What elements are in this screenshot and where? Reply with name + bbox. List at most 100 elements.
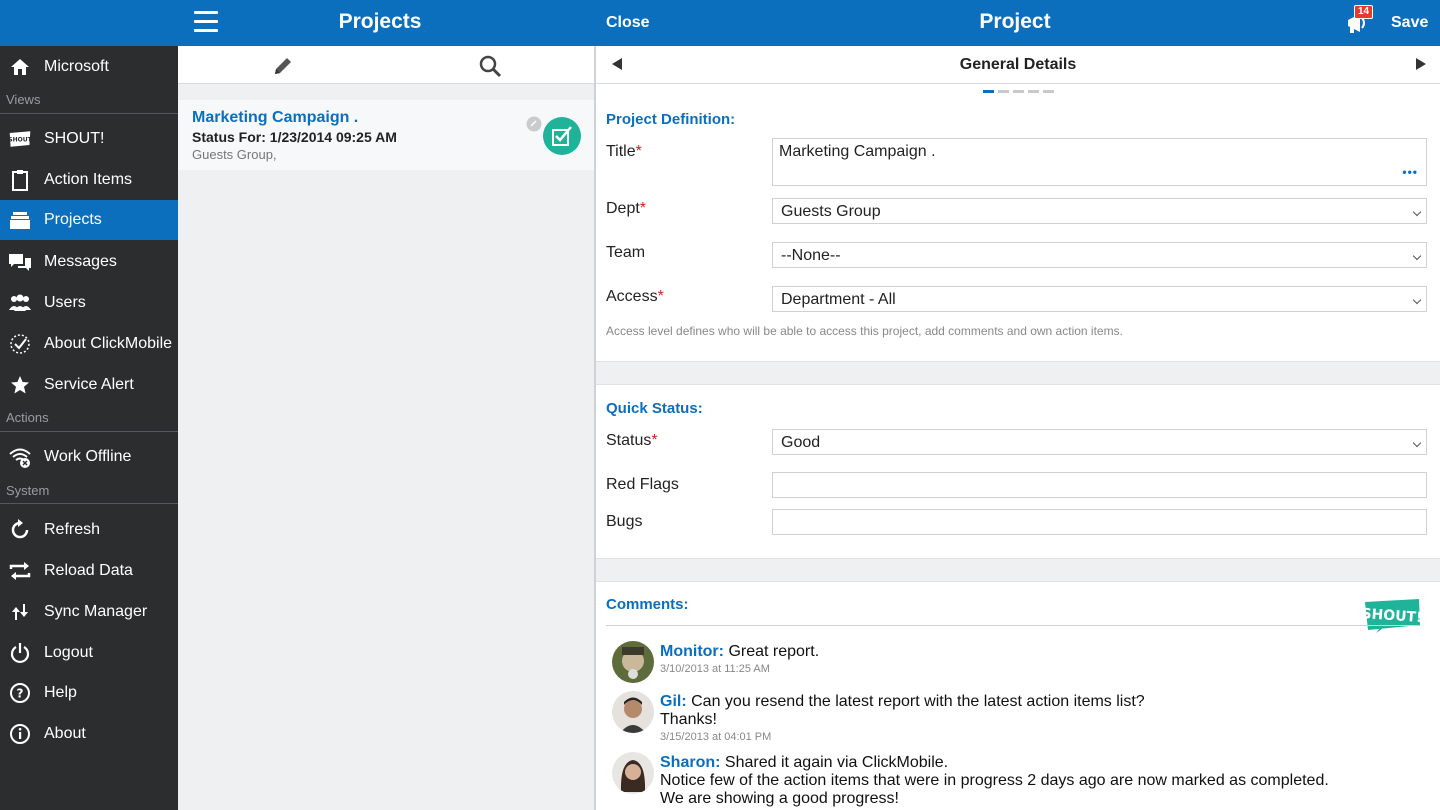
users-icon (8, 291, 32, 315)
section-label-system: System (6, 483, 50, 498)
page-dot (983, 90, 994, 93)
avatar[interactable] (612, 691, 654, 733)
clipboard-icon (8, 168, 32, 192)
team-label: Team (606, 244, 646, 261)
label-text: Dept (606, 200, 640, 217)
sidebar-item-refresh[interactable]: Refresh (0, 510, 178, 550)
comment-timestamp: 3/10/2013 at 11:25 AM (660, 663, 770, 675)
notifications-button[interactable]: 14 (1344, 5, 1376, 38)
sidebar-item-label: Action Items (44, 171, 133, 188)
sidebar-item-users[interactable]: Users (0, 283, 178, 323)
sidebar-item-help[interactable]: ? Help (0, 673, 178, 713)
close-button[interactable]: Close (606, 14, 650, 32)
sidebar-item-reload-data[interactable]: Reload Data (0, 551, 178, 591)
sync-arrows-icon (8, 600, 32, 624)
team-select[interactable]: --None-- (772, 242, 1427, 268)
comment-author[interactable]: Monitor: (660, 643, 724, 660)
access-hint-text: Access level defines who will be able to… (606, 324, 1123, 338)
home-icon (8, 55, 32, 79)
svg-text:SHOUT: SHOUT (8, 137, 32, 144)
sidebar-item-label: Projects (44, 211, 102, 228)
comment-line: Great report. (728, 643, 820, 660)
project-list-item[interactable]: Marketing Campaign . Status For: 1/23/20… (178, 100, 594, 170)
sidebar-item-messages[interactable]: Messages (0, 242, 178, 282)
page-dot (1043, 90, 1054, 93)
project-list-pane: Marketing Campaign . Status For: 1/23/20… (178, 46, 594, 810)
top-bar: Projects Close Project 14 Save (0, 0, 1440, 46)
hamburger-menu-icon[interactable] (194, 11, 218, 33)
pencil-edit-icon[interactable] (271, 54, 295, 78)
info-icon (8, 722, 32, 746)
page-dot (1013, 90, 1024, 93)
search-icon[interactable] (478, 54, 502, 78)
help-icon: ? (8, 681, 32, 705)
dept-label: Dept* (606, 200, 646, 218)
comment-timestamp: 3/15/2013 at 04:01 PM (660, 731, 772, 743)
comment-author[interactable]: Gil: (660, 693, 687, 710)
section-heading-quick-status: Quick Status: (606, 400, 703, 417)
access-select[interactable]: Department - All (772, 286, 1427, 312)
title-label: Title* (606, 143, 642, 161)
status-select[interactable]: Good (772, 429, 1427, 455)
sidebar-item-label: Service Alert (44, 376, 134, 393)
sidebar-item-label: Help (44, 684, 77, 701)
sidebar-item-label: SHOUT! (44, 130, 105, 147)
avatar[interactable] (612, 641, 654, 683)
avatar[interactable] (612, 752, 654, 794)
next-page-arrow-icon[interactable] (1416, 58, 1426, 70)
comment-text: Gil: Can you resend the latest report wi… (660, 693, 1400, 711)
sidebar-item-label: Work Offline (44, 448, 132, 465)
sidebar-item-shout[interactable]: SHOUT SHOUT! (0, 119, 178, 159)
attachment-icon (526, 116, 542, 132)
sidebar-item-logout[interactable]: Logout (0, 633, 178, 673)
sidebar-item-work-offline[interactable]: Work Offline (0, 437, 178, 477)
svg-text:?: ? (17, 687, 24, 701)
required-marker: * (651, 432, 658, 449)
star-icon (8, 373, 32, 397)
sidebar-item-service-alert[interactable]: Service Alert (0, 365, 178, 405)
sidebar-item-about-clickmobile[interactable]: About ClickMobile (0, 324, 178, 364)
sidebar-item-label: Microsoft (44, 58, 109, 75)
sidebar-item-about[interactable]: About (0, 714, 178, 754)
chat-bubbles-icon (8, 250, 32, 274)
title-field[interactable]: Marketing Campaign . ••• (772, 138, 1427, 186)
clickmobile-logo-icon (8, 332, 32, 356)
notification-count-badge: 14 (1354, 5, 1374, 19)
sidebar-item-label: Messages (44, 253, 117, 270)
sidebar-item-microsoft[interactable]: Microsoft (0, 47, 178, 87)
sidebar-item-action-items[interactable]: Action Items (0, 160, 178, 200)
sidebar-item-sync-manager[interactable]: Sync Manager (0, 592, 178, 632)
save-button[interactable]: Save (1391, 14, 1428, 32)
refresh-icon (8, 518, 32, 542)
status-check-icon[interactable] (543, 117, 581, 155)
sidebar-item-label: Refresh (44, 521, 101, 538)
projects-tray-icon (8, 208, 32, 232)
bugs-label: Bugs (606, 513, 643, 530)
dept-select[interactable]: Guests Group (772, 198, 1427, 224)
label-text: Access (606, 288, 658, 305)
bugs-input[interactable] (772, 509, 1427, 535)
power-icon (8, 641, 32, 665)
project-title: Marketing Campaign . (192, 109, 359, 126)
comment-author[interactable]: Sharon: (660, 754, 720, 771)
comments-divider (606, 625, 1420, 626)
wifi-offline-icon (8, 445, 32, 469)
more-options-icon[interactable]: ••• (1402, 165, 1418, 179)
page-dot (998, 90, 1009, 93)
divider (0, 503, 178, 504)
reload-arrows-icon (8, 559, 32, 583)
red-flags-input[interactable] (772, 472, 1427, 498)
sidebar-item-label: Users (44, 294, 86, 311)
shout-logo-icon[interactable]: SHOUT! (1362, 597, 1422, 633)
project-status-date: Status For: 1/23/2014 09:25 AM (192, 129, 397, 145)
sidebar-item-projects[interactable]: Projects (0, 200, 178, 240)
title-field-value: Marketing Campaign . (779, 143, 936, 160)
sidebar-item-label: About ClickMobile (44, 335, 173, 352)
access-label: Access* (606, 288, 664, 306)
required-marker: * (639, 200, 647, 217)
sidebar-item-label: Logout (44, 644, 93, 661)
list-pane-title: Projects (338, 10, 422, 33)
project-detail-pane: General Details Project Definition: Titl… (596, 46, 1440, 810)
label-text: Title (606, 143, 636, 160)
status-label: Status* (606, 432, 658, 450)
